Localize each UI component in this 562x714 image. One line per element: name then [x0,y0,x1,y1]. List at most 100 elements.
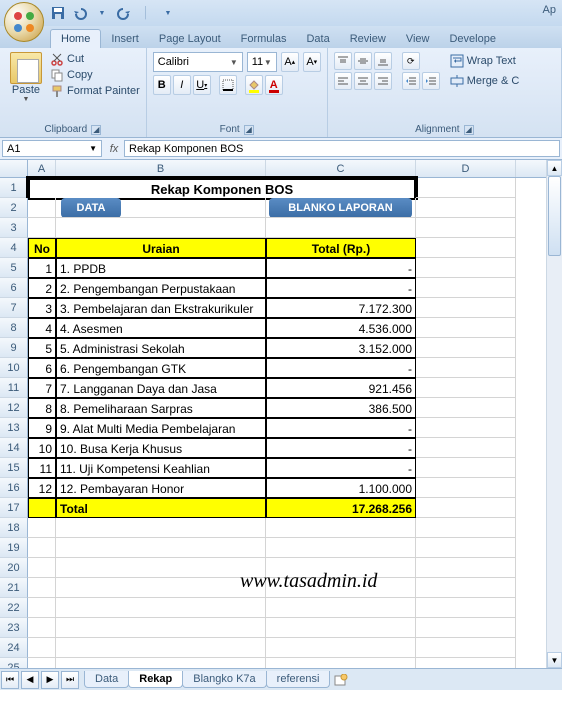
cell[interactable] [416,178,516,198]
cell[interactable] [266,518,416,538]
cell[interactable] [266,538,416,558]
font-size-combo[interactable]: 11▼ [247,52,277,72]
row-header[interactable]: 3 [0,218,28,238]
cell[interactable] [28,538,56,558]
total-label[interactable]: Total [56,498,266,518]
cell[interactable] [416,278,516,298]
name-box[interactable]: A1▼ [2,140,102,157]
scroll-up-button[interactable]: ▲ [547,160,562,176]
row-header[interactable]: 1 [0,178,28,198]
cell[interactable] [266,598,416,618]
save-icon[interactable] [50,5,66,21]
cell-uraian[interactable]: 7. Langganan Daya dan Jasa [56,378,266,398]
qat-dropdown-icon[interactable]: ▼ [94,5,110,21]
copy-button[interactable]: Copy [50,68,140,82]
align-center-button[interactable] [354,72,372,90]
align-bottom-button[interactable] [374,52,392,70]
cell[interactable] [416,478,516,498]
cell-total[interactable]: - [266,418,416,438]
tab-review[interactable]: Review [340,30,396,48]
cell[interactable] [56,518,266,538]
cell[interactable] [416,258,516,278]
qat-more-icon[interactable]: ▼ [160,5,176,21]
cell-uraian[interactable]: 6. Pengembangan GTK [56,358,266,378]
cell[interactable] [56,538,266,558]
orientation-button[interactable]: ⟳ [402,52,420,70]
cell-total[interactable]: 3.152.000 [266,338,416,358]
cell-total[interactable]: - [266,258,416,278]
tab-view[interactable]: View [396,30,440,48]
alignment-launcher-icon[interactable]: ◢ [464,125,474,135]
row-header[interactable]: 23 [0,618,28,638]
cell[interactable] [28,558,56,578]
cell-total[interactable]: 4.536.000 [266,318,416,338]
cell[interactable]: BLANKO LAPORAN [266,198,416,218]
cell-total[interactable]: 921.456 [266,378,416,398]
cell[interactable] [266,218,416,238]
italic-button[interactable]: I [173,75,191,95]
cell-no[interactable]: 10 [28,438,56,458]
cell[interactable] [416,458,516,478]
row-header[interactable]: 4 [0,238,28,258]
tab-developer[interactable]: Develope [439,30,505,48]
border-button[interactable] [219,75,237,95]
row-header[interactable]: 7 [0,298,28,318]
cell-uraian[interactable]: 8. Pemeliharaan Sarpras [56,398,266,418]
row-header[interactable]: 20 [0,558,28,578]
row-header[interactable]: 17 [0,498,28,518]
cell[interactable] [28,218,56,238]
cell[interactable] [416,578,516,598]
wrap-text-button[interactable]: Wrap Text [446,52,524,70]
cell[interactable] [416,598,516,618]
underline-button[interactable]: U▾ [193,75,211,95]
cell-uraian[interactable]: 9. Alat Multi Media Pembelajaran [56,418,266,438]
cell[interactable] [28,638,56,658]
cell-no[interactable]: 12 [28,478,56,498]
font-launcher-icon[interactable]: ◢ [244,125,254,135]
cell-total[interactable]: 1.100.000 [266,478,416,498]
cell[interactable] [28,518,56,538]
row-header[interactable]: 2 [0,198,28,218]
row-header[interactable]: 18 [0,518,28,538]
cell-total[interactable]: - [266,458,416,478]
formula-input[interactable]: Rekap Komponen BOS [124,140,560,157]
cell[interactable] [28,578,56,598]
align-left-button[interactable] [334,72,352,90]
vertical-scrollbar[interactable]: ▲ ▼ [546,160,562,668]
row-header[interactable]: 19 [0,538,28,558]
tab-page-layout[interactable]: Page Layout [149,30,231,48]
cell[interactable] [416,538,516,558]
cell-uraian[interactable]: 2. Pengembangan Perpustakaan [56,278,266,298]
row-header[interactable]: 15 [0,458,28,478]
sheet-tab-rekap[interactable]: Rekap [128,671,183,688]
col-header-d[interactable]: D [416,160,516,177]
row-header[interactable]: 9 [0,338,28,358]
cell[interactable] [28,198,56,218]
cell-total[interactable]: 386.500 [266,398,416,418]
cell[interactable] [416,198,516,218]
font-color-button[interactable]: A [265,75,283,95]
row-header[interactable]: 13 [0,418,28,438]
new-sheet-button[interactable] [333,673,349,687]
cell[interactable] [56,598,266,618]
cell[interactable] [416,418,516,438]
cell-no[interactable]: 8 [28,398,56,418]
cell[interactable] [416,338,516,358]
clipboard-launcher-icon[interactable]: ◢ [91,125,101,135]
cell-no[interactable]: 7 [28,378,56,398]
sheet-tab-blangko-k7a[interactable]: Blangko K7a [182,671,266,688]
cell-uraian[interactable]: 12. Pembayaran Honor [56,478,266,498]
row-header[interactable]: 14 [0,438,28,458]
fx-icon[interactable]: fx [104,138,124,159]
cell[interactable] [266,618,416,638]
cell-total[interactable]: 7.172.300 [266,298,416,318]
paste-button[interactable]: Paste ▼ [6,52,46,103]
header-total[interactable]: Total (Rp.) [266,238,416,258]
font-name-combo[interactable]: Calibri▼ [153,52,243,72]
cell[interactable] [56,578,266,598]
header-uraian[interactable]: Uraian [56,238,266,258]
sheet-nav-first[interactable]: ⏮ [1,671,19,689]
cell[interactable] [28,618,56,638]
cell-uraian[interactable]: 1. PPDB [56,258,266,278]
cell[interactable] [416,518,516,538]
